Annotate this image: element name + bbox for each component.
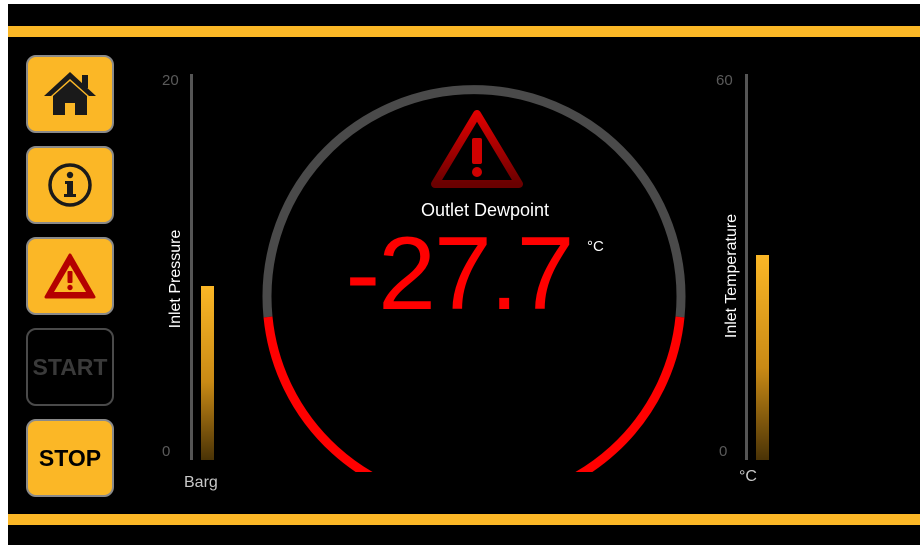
- pressure-level-bar: [201, 286, 214, 460]
- dial-alarm-arc: [263, 316, 685, 472]
- warning-icon: [44, 253, 96, 299]
- temperature-max-label: 60: [716, 72, 733, 89]
- alarm-button[interactable]: [26, 237, 114, 315]
- warning-icon: [431, 110, 523, 188]
- stop-button[interactable]: STOP: [26, 419, 114, 497]
- pressure-track: [190, 74, 193, 460]
- info-icon: [48, 163, 92, 207]
- info-button[interactable]: [26, 146, 114, 224]
- hmi-screen: START STOP 20 0 Barg Inlet Pressure Outl…: [8, 4, 920, 545]
- home-icon: [44, 72, 96, 115]
- pressure-min-label: 0: [162, 443, 171, 460]
- inlet-pressure-label: Inlet Pressure: [167, 229, 184, 329]
- pressure-unit: Barg: [184, 474, 218, 491]
- pressure-max-label: 20: [162, 72, 179, 89]
- outlet-dewpoint-value: -27.7: [345, 216, 574, 332]
- stop-button-label: STOP: [38, 444, 102, 471]
- outlet-dewpoint-unit: °C: [587, 238, 604, 255]
- inlet-temperature-label: Inlet Temperature: [723, 213, 740, 339]
- temperature-unit: °C: [739, 468, 757, 485]
- top-accent-bar: [8, 26, 920, 37]
- start-button[interactable]: START: [26, 328, 114, 406]
- start-button-label: START: [32, 353, 108, 380]
- temperature-level-bar: [756, 255, 769, 460]
- home-button[interactable]: [26, 55, 114, 133]
- temperature-min-label: 0: [719, 443, 728, 460]
- bottom-accent-bar: [8, 514, 920, 525]
- temperature-track: [745, 74, 748, 460]
